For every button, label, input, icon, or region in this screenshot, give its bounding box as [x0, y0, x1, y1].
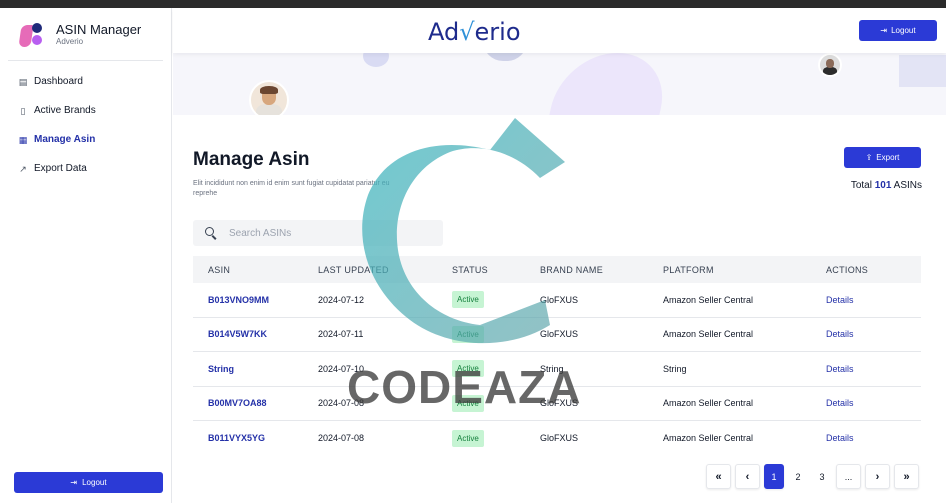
export-button[interactable]: ⇪ Export	[844, 147, 921, 168]
avatar[interactable]	[249, 80, 289, 115]
brand-cell: GloFXUS	[540, 398, 579, 409]
page-title: Manage Asin	[193, 149, 310, 170]
table-header: ASIN LAST UPDATED STATUS BRAND NAME PLAT…	[193, 256, 921, 283]
asin-link[interactable]: String	[208, 364, 234, 374]
document-icon: ▯	[20, 105, 26, 116]
search-icon	[205, 227, 217, 240]
details-link[interactable]: Details	[826, 364, 854, 374]
status-badge: Active	[452, 325, 484, 343]
table-row: B011VYX5YG 2024-07-08 Active GloFXUS Ama…	[193, 421, 921, 456]
logout-icon: ⇥	[70, 478, 78, 487]
column-header-platform[interactable]: PLATFORM	[663, 265, 826, 275]
last-updated-cell: 2024-07-08	[318, 398, 365, 409]
header-logout-button[interactable]: ⇥ Logout	[859, 20, 937, 41]
asin-table: ASIN LAST UPDATED STATUS BRAND NAME PLAT…	[193, 256, 921, 456]
brand-cell: String	[540, 363, 564, 374]
table-row: B013VNO9MM 2024-07-12 Active GloFXUS Ama…	[193, 283, 921, 318]
details-link[interactable]: Details	[826, 433, 854, 443]
details-link[interactable]: Details	[826, 398, 854, 408]
page-description: Elit incididunt non enim id enim sunt fu…	[193, 180, 390, 197]
window-top-bar	[0, 0, 946, 8]
page-button-1[interactable]: 1	[764, 464, 784, 489]
details-link[interactable]: Details	[826, 295, 854, 305]
app-title: ASIN Manager	[56, 21, 142, 37]
sidebar-item-label: Active Brands	[34, 105, 96, 116]
pagination: « ‹ 1 2 3 ... › »	[702, 464, 919, 489]
column-header-actions: ACTIONS	[826, 264, 869, 275]
total-count: Total 101 ASINs	[850, 180, 922, 191]
dashboard-icon: ▤	[18, 76, 28, 87]
first-page-button[interactable]: «	[706, 464, 731, 489]
external-link-icon: ↗	[19, 163, 27, 174]
logout-icon: ⇥	[880, 26, 888, 35]
platform-cell: Amazon Seller Central	[663, 329, 754, 340]
upload-icon: ⇪	[865, 153, 873, 162]
sidebar-item-label: Dashboard	[34, 76, 83, 87]
last-updated-cell: 2024-07-11	[318, 329, 364, 340]
brand-cell: GloFXUS	[540, 294, 579, 305]
search-input[interactable]	[229, 227, 419, 239]
platform-cell: Amazon Seller Central	[663, 398, 754, 409]
platform-cell: String	[663, 363, 687, 374]
sidebar: ASIN Manager Adverio ▤ Dashboard ▯ Activ…	[0, 8, 172, 503]
status-badge: Active	[452, 394, 484, 412]
column-header-brand-name[interactable]: BRAND NAME	[540, 265, 663, 275]
brand-cell: GloFXUS	[540, 433, 579, 444]
asin-link[interactable]: B00MV7OA88	[208, 398, 267, 408]
sidebar-nav: ▤ Dashboard ▯ Active Brands ▦ Manage Asi…	[0, 67, 171, 183]
last-updated-cell: 2024-07-08	[318, 433, 365, 444]
sidebar-item-active-brands[interactable]: ▯ Active Brands	[0, 96, 171, 125]
platform-cell: Amazon Seller Central	[663, 433, 754, 444]
adverio-logo: Ad√erio	[428, 18, 521, 46]
sidebar-logout-button[interactable]: ⇥ Logout	[14, 472, 163, 493]
last-updated-cell: 2024-07-12	[318, 294, 365, 305]
sidebar-item-export-data[interactable]: ↗ Export Data	[0, 154, 171, 183]
page-button-3[interactable]: 3	[812, 464, 832, 489]
top-header: Ad√erio ⇥ Logout	[173, 8, 946, 53]
table-row: B014V5W7KK 2024-07-11 Active GloFXUS Ama…	[193, 318, 921, 352]
next-page-button[interactable]: ›	[865, 464, 890, 489]
app-subtitle: Adverio	[56, 36, 84, 46]
app-logo-icon	[18, 21, 46, 47]
sidebar-item-manage-asin[interactable]: ▦ Manage Asin	[0, 125, 171, 154]
brand-cell: GloFXUS	[540, 329, 579, 340]
sidebar-item-label: Manage Asin	[34, 134, 96, 145]
pagination-ellipsis: ...	[836, 464, 861, 489]
table-row: String 2024-07-10 Active String String D…	[193, 352, 921, 387]
platform-cell: Amazon Seller Central	[663, 294, 754, 305]
status-badge: Active	[452, 291, 484, 309]
asin-link[interactable]: B014V5W7KK	[208, 329, 267, 339]
search-box[interactable]	[193, 220, 443, 246]
status-badge: Active	[452, 429, 484, 447]
asin-link[interactable]: B011VYX5YG	[208, 433, 265, 443]
table-row: B00MV7OA88 2024-07-08 Active GloFXUS Ama…	[193, 387, 921, 421]
status-badge: Active	[452, 360, 484, 378]
profile-banner	[173, 53, 946, 115]
last-updated-cell: 2024-07-10	[318, 363, 365, 374]
sidebar-item-dashboard[interactable]: ▤ Dashboard	[0, 67, 171, 96]
details-link[interactable]: Details	[826, 329, 854, 339]
main-content: Manage Asin Elit incididunt non enim id …	[173, 115, 946, 503]
column-header-asin[interactable]: ASIN	[193, 265, 318, 275]
page-button-2[interactable]: 2	[788, 464, 808, 489]
asin-link[interactable]: B013VNO9MM	[208, 295, 269, 305]
grid-icon: ▦	[18, 134, 28, 145]
column-header-last-updated[interactable]: LAST UPDATED	[318, 265, 452, 275]
prev-page-button[interactable]: ‹	[735, 464, 760, 489]
sidebar-brand: ASIN Manager Adverio	[8, 8, 163, 61]
sidebar-item-label: Export Data	[34, 163, 87, 174]
column-header-status[interactable]: STATUS	[452, 265, 540, 275]
avatar[interactable]	[818, 53, 842, 77]
last-page-button[interactable]: »	[894, 464, 919, 489]
